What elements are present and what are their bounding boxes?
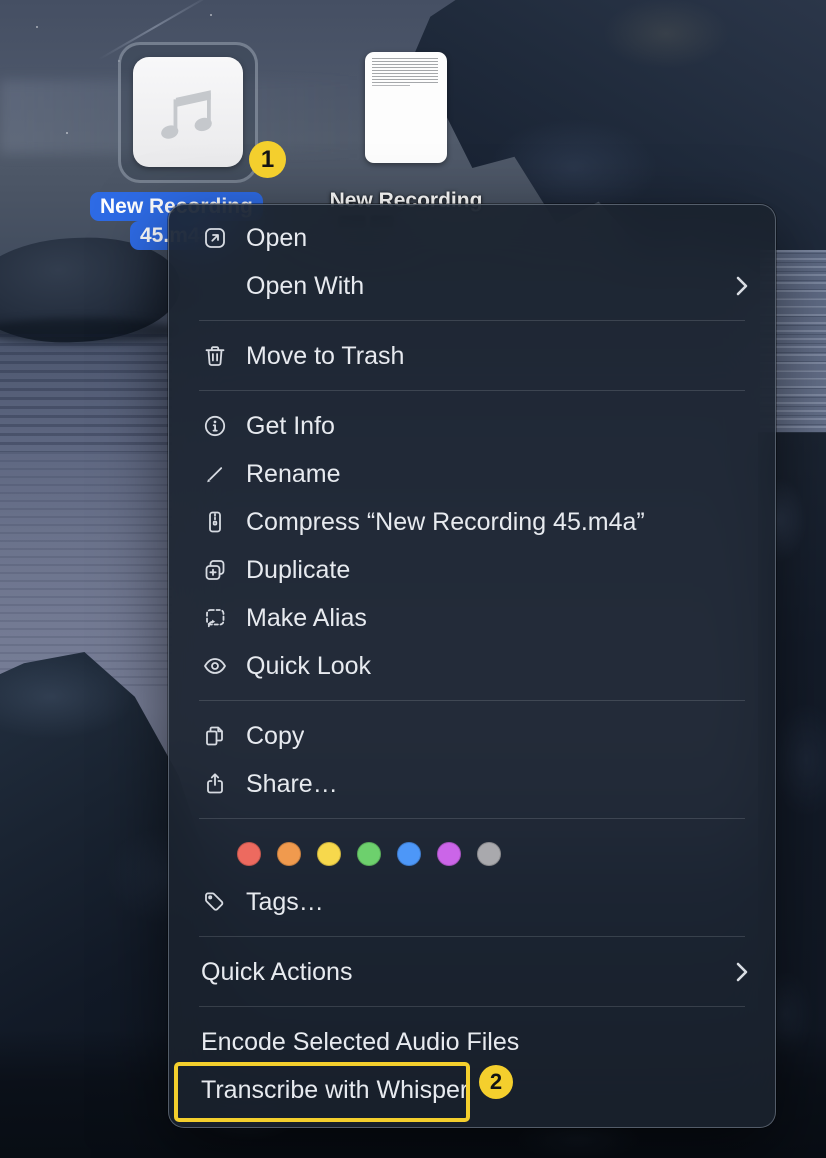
menu-item-label: Move to Trash xyxy=(246,342,404,371)
rename-icon xyxy=(202,461,228,487)
menu-item-encode-selected-audio-files[interactable]: Encode Selected Audio Files xyxy=(169,1018,775,1066)
tag-dot[interactable] xyxy=(437,842,461,866)
tag-icon xyxy=(202,889,228,915)
menu-item-label: Compress “New Recording 45.m4a” xyxy=(246,508,645,537)
menu-item-compress[interactable]: Compress “New Recording 45.m4a” xyxy=(169,498,775,546)
text-file-icon[interactable] xyxy=(365,52,447,163)
menu-item-make-alias[interactable]: Make Alias xyxy=(169,594,775,642)
menu-item-duplicate[interactable]: Duplicate xyxy=(169,546,775,594)
menu-item-open-with[interactable]: Open With xyxy=(169,262,775,310)
menu-divider xyxy=(199,1006,745,1007)
menu-divider xyxy=(199,936,745,937)
text-file-preview-lines xyxy=(372,58,438,84)
menu-item-move-to-trash[interactable]: Move to Trash xyxy=(169,332,775,380)
open-icon xyxy=(202,225,228,251)
tag-dot[interactable] xyxy=(397,842,421,866)
submenu-chevron-icon xyxy=(735,960,749,984)
menu-item-copy[interactable]: Copy xyxy=(169,712,775,760)
quick-look-icon xyxy=(202,653,228,679)
menu-item-quick-look[interactable]: Quick Look xyxy=(169,642,775,690)
menu-item-get-info[interactable]: Get Info xyxy=(169,402,775,450)
menu-divider xyxy=(199,818,745,819)
menu-item-label: Quick Look xyxy=(246,652,371,681)
text-file-preview-lines xyxy=(372,85,410,86)
trash-icon xyxy=(202,343,228,369)
menu-divider xyxy=(199,700,745,701)
menu-item-label: Quick Actions xyxy=(201,958,352,987)
menu-item-transcribe-with-whisper[interactable]: Transcribe with Whisper xyxy=(169,1066,775,1114)
share-icon xyxy=(202,771,228,797)
menu-item-rename[interactable]: Rename xyxy=(169,450,775,498)
duplicate-icon xyxy=(202,557,228,583)
tag-dot[interactable] xyxy=(237,842,261,866)
menu-item-label: Make Alias xyxy=(246,604,367,633)
menu-item-open[interactable]: Open xyxy=(169,214,775,262)
music-note-icon xyxy=(150,70,226,155)
desktop: New Recording 45.m4a New Recording Open … xyxy=(0,0,826,1158)
menu-item-tags[interactable]: Tags… xyxy=(169,878,775,926)
get-info-icon xyxy=(202,413,228,439)
compress-icon xyxy=(202,509,228,535)
menu-item-label: Tags… xyxy=(246,888,324,917)
menu-item-quick-actions[interactable]: Quick Actions xyxy=(169,948,775,996)
tag-dot[interactable] xyxy=(277,842,301,866)
tag-color-dots xyxy=(169,830,775,878)
context-menu: Open Open With Move to Trash xyxy=(168,204,776,1128)
menu-item-label: Get Info xyxy=(246,412,335,441)
tag-dot[interactable] xyxy=(357,842,381,866)
menu-item-share[interactable]: Share… xyxy=(169,760,775,808)
menu-divider xyxy=(199,390,745,391)
menu-item-label: Share… xyxy=(246,770,338,799)
open-with-icon-slot xyxy=(202,273,228,299)
menu-item-label: Encode Selected Audio Files xyxy=(201,1028,519,1057)
menu-item-label: Copy xyxy=(246,722,304,751)
tag-dot[interactable] xyxy=(477,842,501,866)
menu-item-label: Rename xyxy=(246,460,341,489)
menu-divider xyxy=(199,320,745,321)
menu-item-label: Open With xyxy=(246,272,364,301)
submenu-chevron-icon xyxy=(735,274,749,298)
copy-icon xyxy=(202,723,228,749)
menu-item-label: Open xyxy=(246,224,307,253)
menu-item-label: Transcribe with Whisper xyxy=(201,1076,468,1105)
make-alias-icon xyxy=(202,605,228,631)
tag-dot[interactable] xyxy=(317,842,341,866)
audio-file-icon[interactable] xyxy=(133,57,243,167)
menu-item-label: Duplicate xyxy=(246,556,350,585)
